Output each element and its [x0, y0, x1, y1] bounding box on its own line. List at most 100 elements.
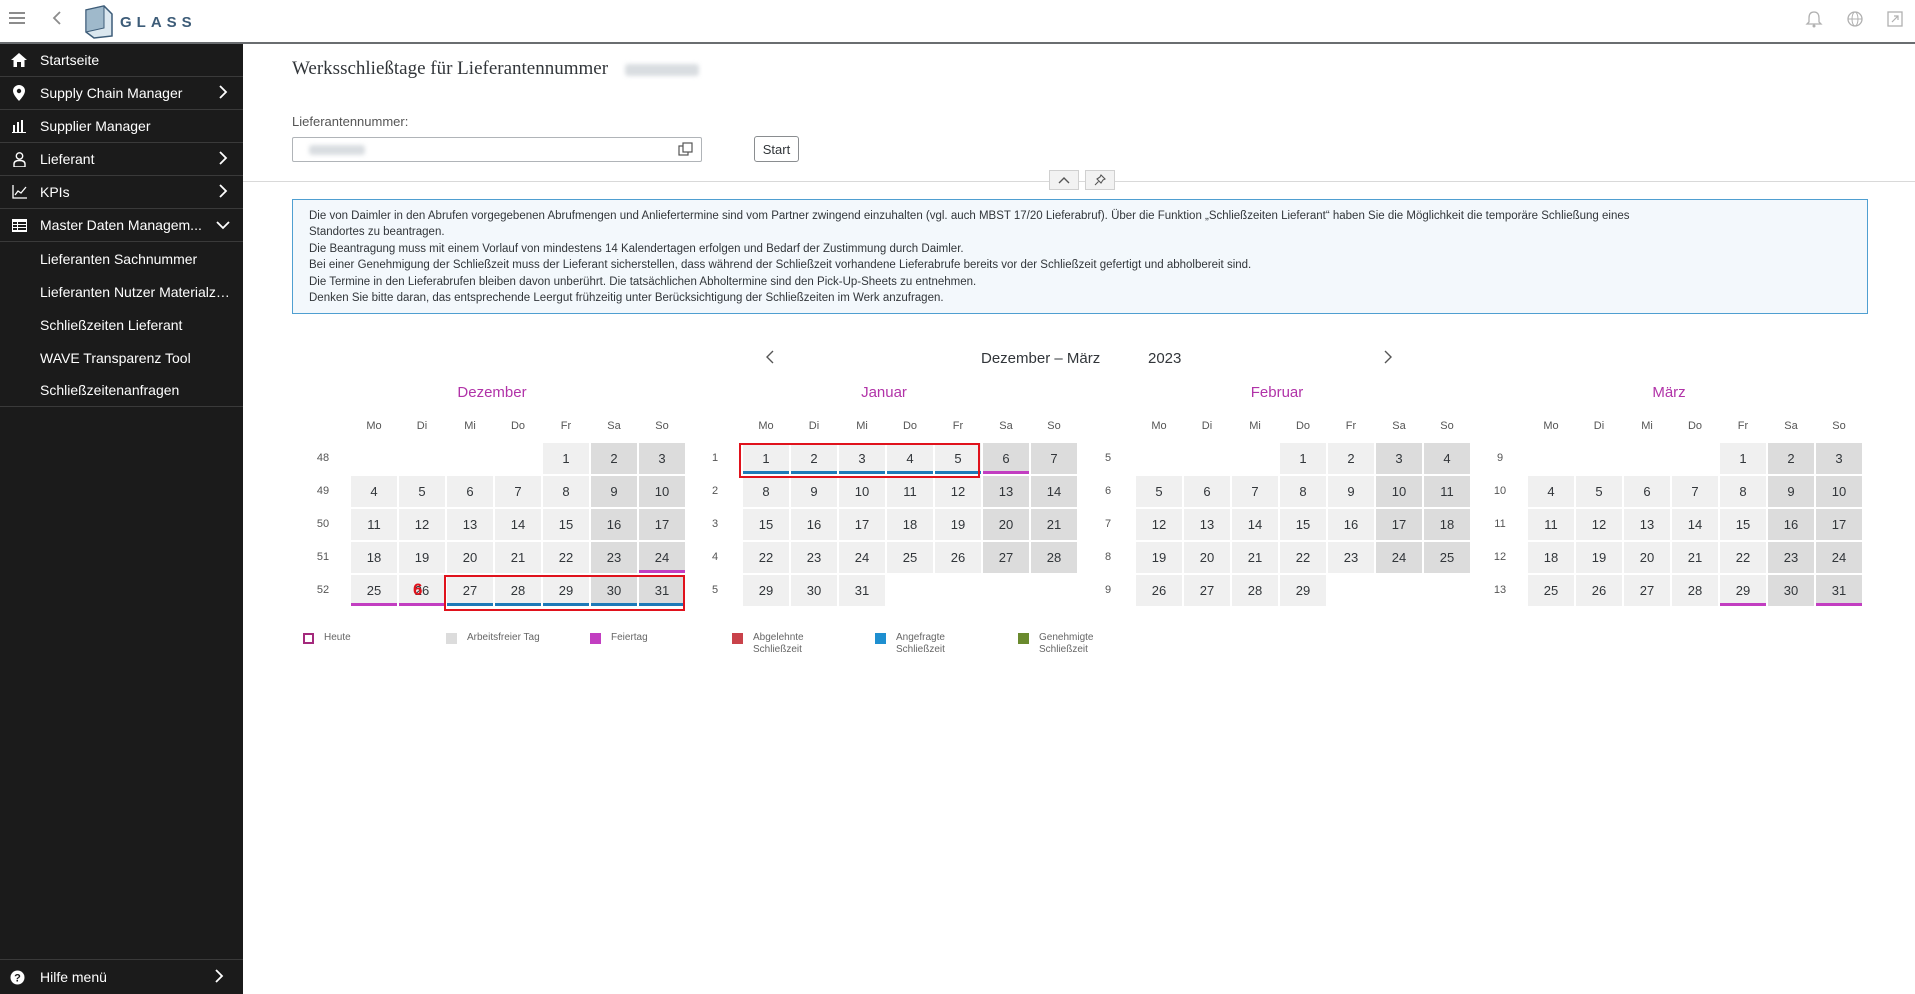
- globe-icon[interactable]: [1846, 10, 1864, 32]
- calendar-day[interactable]: 15: [543, 509, 589, 540]
- year-button[interactable]: 2023: [1148, 350, 1181, 367]
- calendar-day[interactable]: 1: [1720, 443, 1766, 474]
- calendar-day[interactable]: 1: [543, 443, 589, 474]
- calendar-day[interactable]: 25: [1424, 542, 1470, 573]
- sidebar-subitem-schliesszeitenanfragen[interactable]: Schließzeitenanfragen: [0, 374, 243, 407]
- calendar-day[interactable]: 20: [983, 509, 1029, 540]
- calendar-day[interactable]: 8: [743, 476, 789, 507]
- calendar-day[interactable]: 10: [1376, 476, 1422, 507]
- calendar-day[interactable]: 12: [399, 509, 445, 540]
- calendar-day[interactable]: 12: [1136, 509, 1182, 540]
- start-button[interactable]: Start: [754, 136, 799, 162]
- calendar-day[interactable]: 11: [1528, 509, 1574, 540]
- calendar-day[interactable]: 12: [1576, 509, 1622, 540]
- calendar-day[interactable]: 20: [1624, 542, 1670, 573]
- calendar-day[interactable]: 29: [743, 575, 789, 606]
- glass-logo[interactable]: GLASS: [82, 3, 197, 41]
- calendar-day[interactable]: 22: [1280, 542, 1326, 573]
- calendar-day[interactable]: 14: [1232, 509, 1278, 540]
- calendar-day[interactable]: 3: [1816, 443, 1862, 474]
- calendar-day[interactable]: 17: [839, 509, 885, 540]
- sidebar-subitem-lieferanten-nutzer[interactable]: Lieferanten Nutzer Materialzu...: [0, 275, 243, 308]
- calendar-day[interactable]: 13: [1184, 509, 1230, 540]
- calendar-day[interactable]: 29: [1720, 575, 1766, 606]
- calendar-day[interactable]: 11: [351, 509, 397, 540]
- calendar-day[interactable]: 16: [791, 509, 837, 540]
- calendar-day[interactable]: 9: [791, 476, 837, 507]
- calendar-day[interactable]: 7: [1672, 476, 1718, 507]
- calendar-day[interactable]: 10: [1816, 476, 1862, 507]
- sidebar-item-startseite[interactable]: Startseite: [0, 44, 243, 77]
- calendar-day[interactable]: 28: [1031, 542, 1077, 573]
- sidebar-subitem-wave-transparenz[interactable]: WAVE Transparenz Tool: [0, 341, 243, 374]
- calendar-day[interactable]: 23: [791, 542, 837, 573]
- calendar-day[interactable]: 26: [1576, 575, 1622, 606]
- calendar-day[interactable]: 20: [1184, 542, 1230, 573]
- calendar-day[interactable]: 11: [887, 476, 933, 507]
- calendar-day[interactable]: 10: [839, 476, 885, 507]
- value-help-icon[interactable]: [678, 142, 693, 162]
- calendar-day[interactable]: 28: [1672, 575, 1718, 606]
- calendar-day[interactable]: 22: [543, 542, 589, 573]
- previous-months-button[interactable]: [765, 350, 775, 368]
- calendar-day[interactable]: 9: [1328, 476, 1374, 507]
- calendar-day[interactable]: 22: [1720, 542, 1766, 573]
- calendar-day[interactable]: 4: [351, 476, 397, 507]
- calendar-day[interactable]: 12: [935, 476, 981, 507]
- calendar-day[interactable]: 21: [1232, 542, 1278, 573]
- calendar-day[interactable]: 16: [591, 509, 637, 540]
- calendar-day[interactable]: 27: [983, 542, 1029, 573]
- calendar-day[interactable]: 25: [351, 575, 397, 606]
- sidebar-item-kpis[interactable]: KPIs: [0, 176, 243, 209]
- calendar-day[interactable]: 23: [591, 542, 637, 573]
- calendar-day[interactable]: 8: [1280, 476, 1326, 507]
- month-title[interactable]: März: [1539, 384, 1799, 401]
- calendar-day[interactable]: 7: [1031, 443, 1077, 474]
- calendar-day[interactable]: 16: [1328, 509, 1374, 540]
- month-range-button[interactable]: Dezember – März: [981, 350, 1100, 367]
- collapse-header-button[interactable]: [1049, 170, 1079, 190]
- calendar-day[interactable]: 10: [639, 476, 685, 507]
- calendar-day[interactable]: 28: [1232, 575, 1278, 606]
- calendar-day[interactable]: 26: [1136, 575, 1182, 606]
- calendar-day[interactable]: 8: [1720, 476, 1766, 507]
- calendar-day[interactable]: 13: [983, 476, 1029, 507]
- sidebar-item-master-daten[interactable]: Master Daten Managem...: [0, 209, 243, 242]
- calendar-day[interactable]: 3: [1376, 443, 1422, 474]
- pin-header-button[interactable]: [1085, 170, 1115, 190]
- calendar-day[interactable]: 6: [1184, 476, 1230, 507]
- calendar-day[interactable]: 29: [1280, 575, 1326, 606]
- calendar-day[interactable]: 2: [591, 443, 637, 474]
- month-title[interactable]: Dezember: [362, 384, 622, 401]
- calendar-day[interactable]: 7: [495, 476, 541, 507]
- calendar-day[interactable]: 9: [591, 476, 637, 507]
- calendar-day[interactable]: 15: [743, 509, 789, 540]
- month-title[interactable]: Februar: [1147, 384, 1407, 401]
- calendar-day[interactable]: 31: [839, 575, 885, 606]
- calendar-day[interactable]: 21: [1031, 509, 1077, 540]
- calendar-day[interactable]: 21: [1672, 542, 1718, 573]
- calendar-day[interactable]: 25: [1528, 575, 1574, 606]
- back-icon[interactable]: [50, 10, 64, 30]
- calendar-day[interactable]: 19: [1576, 542, 1622, 573]
- calendar-day[interactable]: 24: [1376, 542, 1422, 573]
- calendar-day[interactable]: 17: [1376, 509, 1422, 540]
- calendar-day[interactable]: 23: [1328, 542, 1374, 573]
- next-months-button[interactable]: [1383, 350, 1393, 368]
- calendar-day[interactable]: 6: [983, 443, 1029, 474]
- calendar-day[interactable]: 19: [935, 509, 981, 540]
- calendar-day[interactable]: 1: [1280, 443, 1326, 474]
- sidebar-item-supplier-manager[interactable]: Supplier Manager: [0, 110, 243, 143]
- menu-icon[interactable]: [8, 10, 26, 30]
- sidebar-subitem-lieferanten-sachnummer[interactable]: Lieferanten Sachnummer: [0, 242, 243, 275]
- calendar-day[interactable]: 15: [1720, 509, 1766, 540]
- calendar-day[interactable]: 30: [1768, 575, 1814, 606]
- sidebar-item-supply-chain-manager[interactable]: Supply Chain Manager: [0, 77, 243, 110]
- calendar-day[interactable]: 26: [935, 542, 981, 573]
- sidebar-item-hilfe[interactable]: ? Hilfe menü: [0, 959, 243, 994]
- month-title[interactable]: Januar: [754, 384, 1014, 401]
- calendar-day[interactable]: 30: [791, 575, 837, 606]
- calendar-day[interactable]: 24: [839, 542, 885, 573]
- sidebar-subitem-schliesszeiten-lieferant[interactable]: Schließzeiten Lieferant: [0, 308, 243, 341]
- calendar-day[interactable]: 22: [743, 542, 789, 573]
